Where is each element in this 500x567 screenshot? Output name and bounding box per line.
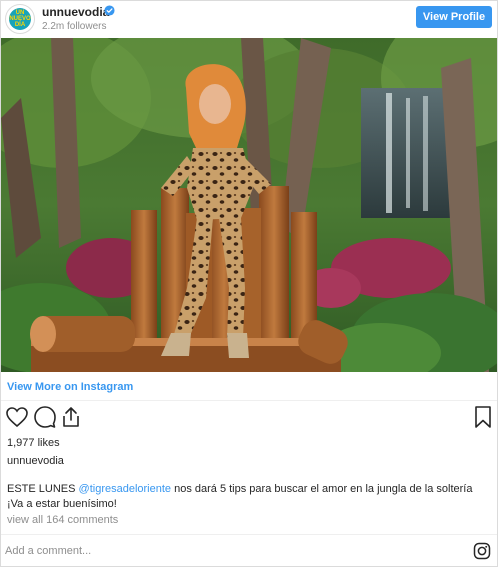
avatar-logo-text: UN NUEVO DÍA xyxy=(9,10,31,28)
instagram-embed-card: UN NUEVO DÍA unnuevodia 2.2m followers V… xyxy=(0,0,498,567)
post-header: UN NUEVO DÍA unnuevodia 2.2m followers V… xyxy=(1,1,497,37)
view-profile-button[interactable]: View Profile xyxy=(416,6,492,28)
post-image[interactable] xyxy=(1,38,497,372)
caption-mention-link[interactable]: @tigresadeloriente xyxy=(79,483,172,495)
action-bar xyxy=(1,405,497,433)
post-image-illustration xyxy=(1,38,497,372)
caption-text-start: ESTE LUNES xyxy=(7,483,79,495)
heart-icon[interactable] xyxy=(5,405,29,429)
username[interactable]: unnuevodia xyxy=(42,5,109,19)
like-count[interactable]: 1,977 likes xyxy=(7,437,60,449)
divider xyxy=(1,534,497,535)
add-comment-input[interactable] xyxy=(5,542,405,560)
avatar[interactable]: UN NUEVO DÍA xyxy=(5,4,35,34)
comment-icon[interactable] xyxy=(33,405,57,429)
instagram-icon[interactable] xyxy=(473,542,491,560)
verified-badge-icon xyxy=(104,5,115,16)
avatar-logo: UN NUEVO DÍA xyxy=(9,8,31,30)
share-icon[interactable] xyxy=(59,405,83,429)
caption: ESTE LUNES @tigresadeloriente nos dará 5… xyxy=(7,482,487,512)
caption-username[interactable]: unnuevodia xyxy=(7,455,64,467)
view-all-comments-link[interactable]: view all 164 comments xyxy=(7,514,118,526)
follower-count: 2.2m followers xyxy=(42,21,107,32)
divider xyxy=(1,400,497,401)
bookmark-icon[interactable] xyxy=(471,405,495,429)
view-more-on-instagram-link[interactable]: View More on Instagram xyxy=(7,381,133,393)
